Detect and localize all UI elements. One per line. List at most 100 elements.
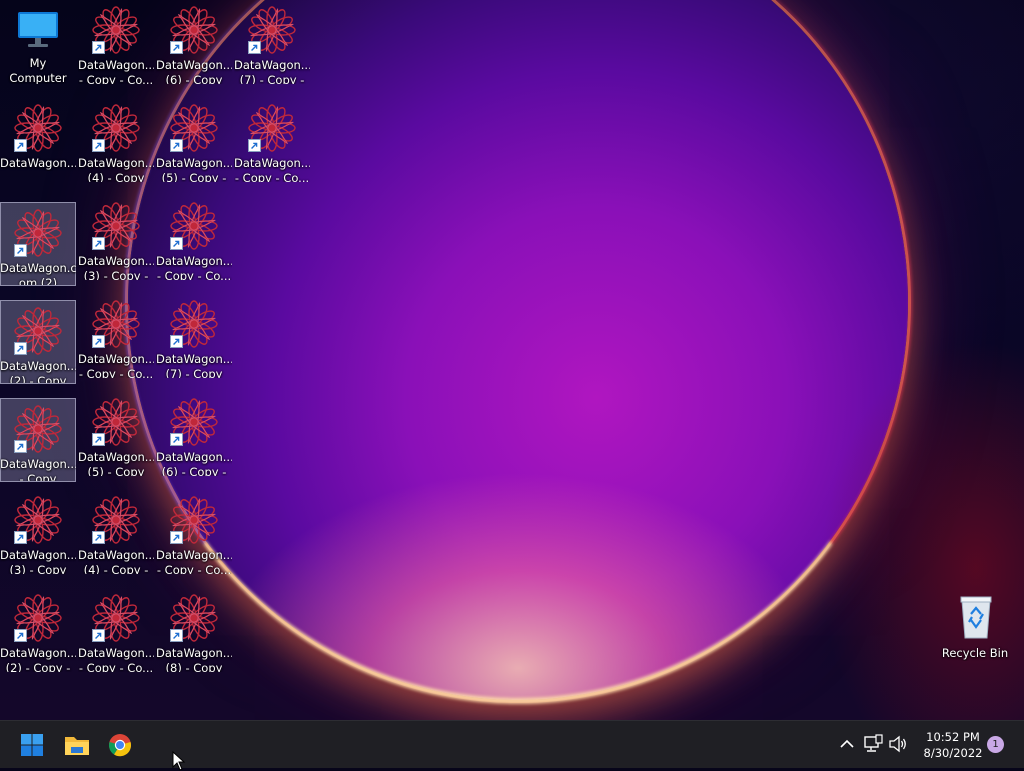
desktop-icon-datawagon[interactable]: DataWagon.... - Copy - Co... (234, 98, 310, 182)
clock-date: 8/30/2022 (923, 746, 983, 760)
desktop-icon-label: DataWagon.... - Copy (0, 457, 76, 481)
file-explorer-icon (65, 737, 89, 755)
datawagon-shortcut-icon (92, 398, 140, 446)
shortcut-arrow-icon (14, 629, 27, 642)
desktop-icon-label: DataWagon.... (6) - Copy - ... (156, 450, 232, 476)
datawagon-shortcut-icon (14, 209, 62, 257)
datawagon-shortcut-icon (248, 104, 296, 152)
shortcut-arrow-icon (92, 139, 105, 152)
start-icon (21, 734, 43, 756)
desktop-icon-recycle-bin[interactable]: Recycle Bin (937, 588, 1013, 672)
datawagon-shortcut-icon (14, 307, 62, 355)
desktop-icon-label: DataWagon.... (8) - Copy (156, 646, 232, 672)
file-explorer-button[interactable] (56, 725, 96, 765)
desktop-icon-label: DataWagon.... - Copy - Co... (156, 254, 232, 280)
desktop-icon-label: DataWagon.... (5) - Copy - ... (156, 156, 232, 182)
desktop-icon-label: DataWagon.c om (2) (0, 261, 76, 285)
datawagon-shortcut-icon (170, 202, 218, 250)
desktop-icon-datawagon[interactable]: DataWagon.... (2) - Copy (0, 300, 76, 384)
shortcut-arrow-icon (92, 335, 105, 348)
shortcut-arrow-icon (14, 342, 27, 355)
datawagon-shortcut-icon (14, 405, 62, 453)
desktop-icon-label: DataWagon.... (2) - Copy - ... (0, 646, 76, 672)
desktop-icon-datawagon[interactable]: DataWagon.c om (2) (0, 202, 76, 286)
desktop-icon-datawagon[interactable]: DataWagon.... (5) - Copy (78, 392, 154, 476)
desktop-icon-label: DataWagon.... (3) - Copy (0, 548, 76, 574)
my-computer-icon (14, 6, 62, 52)
datawagon-shortcut-icon (170, 6, 218, 54)
desktop-icon-datawagon[interactable]: DataWagon.... - Copy - Co... (156, 490, 232, 574)
volume-icon[interactable] (887, 733, 909, 755)
datawagon-shortcut-icon (92, 496, 140, 544)
taskbar: 10:52 PM 8/30/2022 1 (0, 720, 1024, 768)
desktop-icon-datawagon[interactable]: DataWagon.... - Copy - Co... (78, 588, 154, 672)
desktop-icon-datawagon[interactable]: DataWagon.... - Copy (0, 398, 76, 482)
chrome-button[interactable] (100, 725, 140, 765)
recycle-bin-icon (951, 594, 999, 642)
shortcut-arrow-icon (14, 440, 27, 453)
datawagon-shortcut-icon (170, 594, 218, 642)
shortcut-arrow-icon (170, 629, 183, 642)
shortcut-arrow-icon (92, 433, 105, 446)
mouse-cursor-icon (172, 751, 186, 771)
datawagon-shortcut-icon (14, 496, 62, 544)
shortcut-arrow-icon (170, 433, 183, 446)
desktop-icon-label: DataWagon.... - Copy - Co... (78, 58, 154, 84)
datawagon-shortcut-icon (92, 202, 140, 250)
shortcut-arrow-icon (170, 237, 183, 250)
network-icon[interactable] (862, 733, 884, 755)
desktop-icon-datawagon[interactable]: DataWagon... (0, 98, 76, 182)
desktop-icon-datawagon[interactable]: DataWagon.... - Copy - Co... (78, 0, 154, 84)
desktop-icon-label: DataWagon.... (4) - Copy - ... (78, 548, 154, 574)
desktop-icon-label: DataWagon.... (5) - Copy (78, 450, 154, 476)
desktop-icon-datawagon[interactable]: DataWagon.... (4) - Copy (78, 98, 154, 182)
shortcut-arrow-icon (14, 244, 27, 257)
shortcut-arrow-icon (14, 531, 27, 544)
desktop-icon-label: My Computer (9, 55, 67, 84)
datawagon-shortcut-icon (14, 594, 62, 642)
desktop-icon-datawagon[interactable]: DataWagon.... - Copy - Co... (156, 196, 232, 280)
show-hidden-icons-icon[interactable] (836, 733, 858, 755)
shortcut-arrow-icon (14, 139, 27, 152)
clock-time: 10:52 PM (926, 730, 980, 744)
desktop-icon-label: DataWagon.... (7) - Copy (156, 352, 232, 378)
notification-badge[interactable]: 1 (987, 736, 1004, 753)
desktop-icon-datawagon[interactable]: DataWagon.... (7) - Copy (156, 294, 232, 378)
desktop-icon-datawagon[interactable]: DataWagon.... (3) - Copy (0, 490, 76, 574)
datawagon-shortcut-icon (170, 300, 218, 348)
datawagon-shortcut-icon (92, 594, 140, 642)
shortcut-arrow-icon (248, 41, 261, 54)
desktop-icon-label: DataWagon.... - Copy - Co... (78, 646, 154, 672)
desktop-icon-datawagon[interactable]: DataWagon.... - Copy - Co... (78, 294, 154, 378)
desktop-icon-datawagon[interactable]: DataWagon.... (8) - Copy (156, 588, 232, 672)
desktop-icon-label: Recycle Bin (941, 646, 1009, 660)
desktop-icon-label: DataWagon.... - Copy - Co... (156, 548, 232, 574)
shortcut-arrow-icon (170, 335, 183, 348)
desktop-icon-datawagon[interactable]: DataWagon.... (4) - Copy - ... (78, 490, 154, 574)
datawagon-shortcut-icon (92, 104, 140, 152)
desktop-icon-label: DataWagon.... (3) - Copy - ... (78, 254, 154, 280)
desktop-icon-datawagon[interactable]: DataWagon.... (7) - Copy - ... (234, 0, 310, 84)
desktop-icon-label: DataWagon.... - Copy - Co... (78, 352, 154, 378)
desktop-icon-datawagon[interactable]: DataWagon.... (6) - Copy - ... (156, 392, 232, 476)
desktop-icon-datawagon[interactable]: DataWagon.... (5) - Copy - ... (156, 98, 232, 182)
desktop-icon-datawagon[interactable]: DataWagon.... (2) - Copy - ... (0, 588, 76, 672)
datawagon-shortcut-icon (248, 6, 296, 54)
desktop-icon-label: DataWagon.... - Copy - Co... (234, 156, 310, 182)
system-clock[interactable]: 10:52 PM 8/30/2022 (912, 729, 994, 761)
desktop-icon-label: DataWagon... (0, 156, 76, 170)
shortcut-arrow-icon (92, 41, 105, 54)
shortcut-arrow-icon (92, 531, 105, 544)
desktop-icon-datawagon[interactable]: DataWagon.... (6) - Copy (156, 0, 232, 84)
desktop-icon-label: DataWagon.... (6) - Copy (156, 58, 232, 84)
shortcut-arrow-icon (248, 139, 261, 152)
datawagon-shortcut-icon (92, 6, 140, 54)
shortcut-arrow-icon (170, 41, 183, 54)
start-button[interactable] (12, 725, 52, 765)
desktop-icon-label: DataWagon.... (4) - Copy (78, 156, 154, 182)
desktop-icon-my-computer[interactable]: My Computer (0, 0, 76, 84)
datawagon-shortcut-icon (170, 398, 218, 446)
desktop-icon-datawagon[interactable]: DataWagon.... (3) - Copy - ... (78, 196, 154, 280)
datawagon-shortcut-icon (170, 496, 218, 544)
desktop-icon-label: DataWagon.... (2) - Copy (0, 359, 76, 383)
